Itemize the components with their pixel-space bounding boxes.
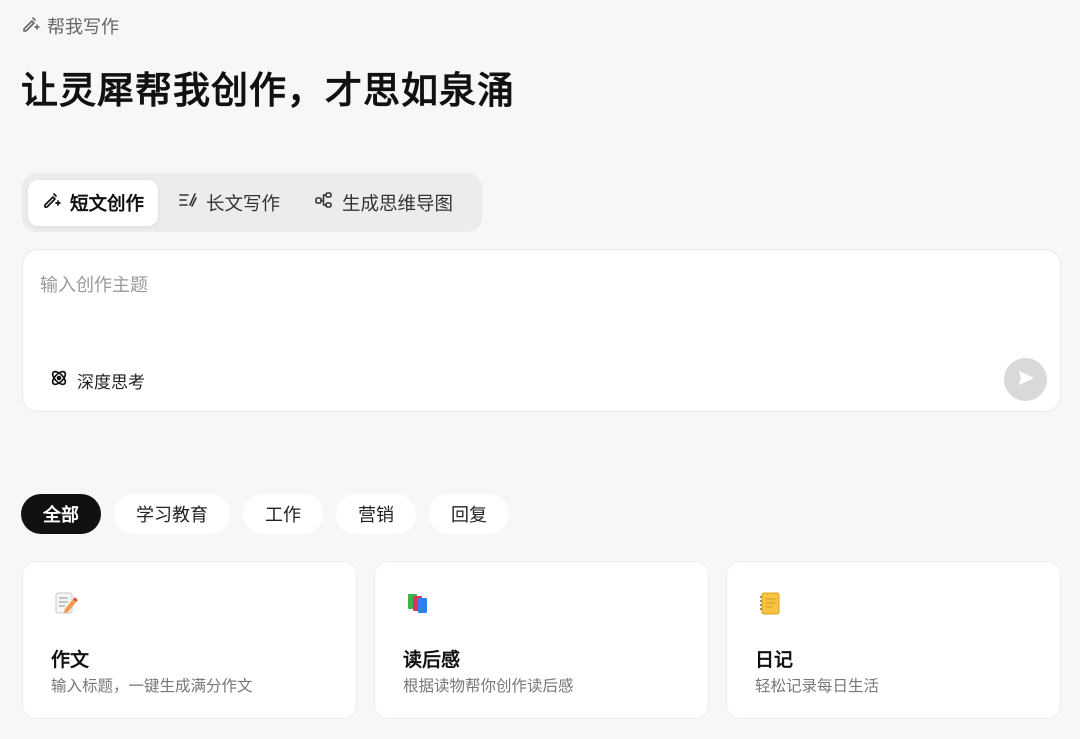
atom-icon: [49, 368, 69, 393]
breadcrumb-label: 帮我写作: [47, 17, 119, 38]
writing-assistant-page: 帮我写作 让灵犀帮我创作，才思如泉涌 短文创作 长文写作 生成思维导图 输入创作…: [0, 0, 1080, 739]
category-chip-marketing[interactable]: 营销: [336, 494, 416, 534]
card-title: 日记: [755, 649, 794, 671]
notebook-icon: [757, 590, 783, 616]
tab-label: 生成思维导图: [342, 193, 454, 215]
send-icon: [1016, 368, 1036, 392]
topic-input[interactable]: [40, 270, 1000, 300]
pen-sparkle-icon: [42, 190, 62, 215]
template-cards: 作文 输入标题，一键生成满分作文 读后感 根据读物帮你创作读后感 日记 轻松记录…: [22, 561, 1061, 719]
tab-long-writing[interactable]: 长文写作: [164, 180, 294, 226]
card-description: 轻松记录每日生活: [755, 677, 880, 695]
deep-think-label: 深度思考: [77, 373, 145, 393]
memo-pencil-icon: [53, 590, 79, 616]
category-chip-education[interactable]: 学习教育: [114, 494, 230, 534]
category-chip-all[interactable]: 全部: [21, 494, 101, 534]
card-description: 输入标题，一键生成满分作文: [51, 677, 253, 695]
template-card-essay[interactable]: 作文 输入标题，一键生成满分作文: [22, 561, 357, 719]
tab-short-writing[interactable]: 短文创作: [28, 179, 159, 226]
mode-tabs: 短文创作 长文写作 生成思维导图: [22, 173, 482, 232]
tab-mindmap[interactable]: 生成思维导图: [300, 180, 467, 226]
composer-card: 深度思考: [22, 249, 1061, 412]
category-chip-work[interactable]: 工作: [243, 494, 323, 534]
mindmap-icon: [314, 190, 334, 215]
page-title: 让灵犀帮我创作，才思如泉涌: [21, 69, 515, 112]
category-chip-reply[interactable]: 回复: [429, 494, 509, 534]
card-title: 作文: [51, 649, 90, 671]
card-title: 读后感: [403, 649, 461, 671]
send-button[interactable]: [1004, 358, 1047, 401]
breadcrumb[interactable]: 帮我写作: [21, 13, 119, 39]
card-description: 根据读物帮你创作读后感: [403, 677, 574, 695]
pen-sparkle-icon: [21, 14, 41, 39]
template-card-book-review[interactable]: 读后感 根据读物帮你创作读后感: [374, 561, 709, 719]
template-card-diary[interactable]: 日记 轻松记录每日生活: [726, 561, 1061, 719]
deep-think-toggle[interactable]: 深度思考: [49, 368, 145, 393]
tab-label: 短文创作: [70, 193, 145, 215]
category-filter: 全部 学习教育 工作 营销 回复: [21, 494, 509, 534]
tab-label: 长文写作: [206, 193, 281, 215]
books-icon: [405, 590, 431, 616]
long-text-icon: [178, 190, 198, 215]
